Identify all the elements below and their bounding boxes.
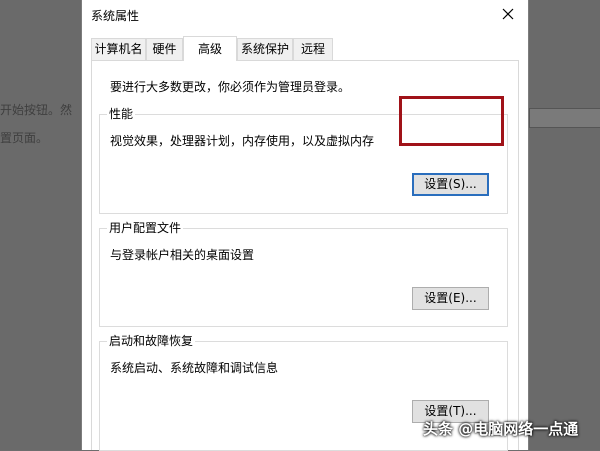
title-bar: 系统属性 [82, 0, 528, 30]
watermark-text: 头条 @电脑网络一点通 [423, 420, 579, 438]
tab-computer-name[interactable]: 计算机名 [91, 38, 146, 60]
tab-hardware[interactable]: 硬件 [146, 38, 183, 60]
background-text-2: 置页面。 [0, 131, 49, 145]
close-icon[interactable] [494, 2, 522, 26]
dialog-title: 系统属性 [91, 9, 140, 23]
admin-note: 要进行大多数更改，你必须作为管理员登录。 [110, 80, 351, 94]
startup-recovery-description: 系统启动、系统故障和调试信息 [110, 361, 279, 375]
tab-advanced[interactable]: 高级 [183, 36, 237, 61]
system-properties-dialog: 系统属性 计算机名 硬件 高级 系统保护 远程 要进行大多数更改，你必须作为管理… [81, 0, 529, 451]
user-profiles-label: 用户配置文件 [107, 219, 184, 236]
performance-settings-button[interactable]: 设置(S)... [412, 173, 489, 196]
highlight-annotation-box [399, 96, 504, 146]
user-profiles-group: 用户配置文件 与登录帐户相关的桌面设置 设置(E)... [99, 219, 508, 327]
tab-system-protection[interactable]: 系统保护 [237, 38, 293, 60]
user-profiles-settings-button[interactable]: 设置(E)... [412, 287, 489, 310]
background-input-field [529, 108, 600, 128]
background-text-1: 开始按钮。然 [0, 103, 73, 117]
user-profiles-description: 与登录帐户相关的桌面设置 [110, 248, 255, 262]
tab-remote[interactable]: 远程 [293, 38, 333, 60]
performance-description: 视觉效果，处理器计划，内存使用，以及虚拟内存 [110, 134, 375, 148]
performance-label: 性能 [107, 105, 136, 122]
startup-recovery-label: 启动和故障恢复 [107, 332, 196, 349]
